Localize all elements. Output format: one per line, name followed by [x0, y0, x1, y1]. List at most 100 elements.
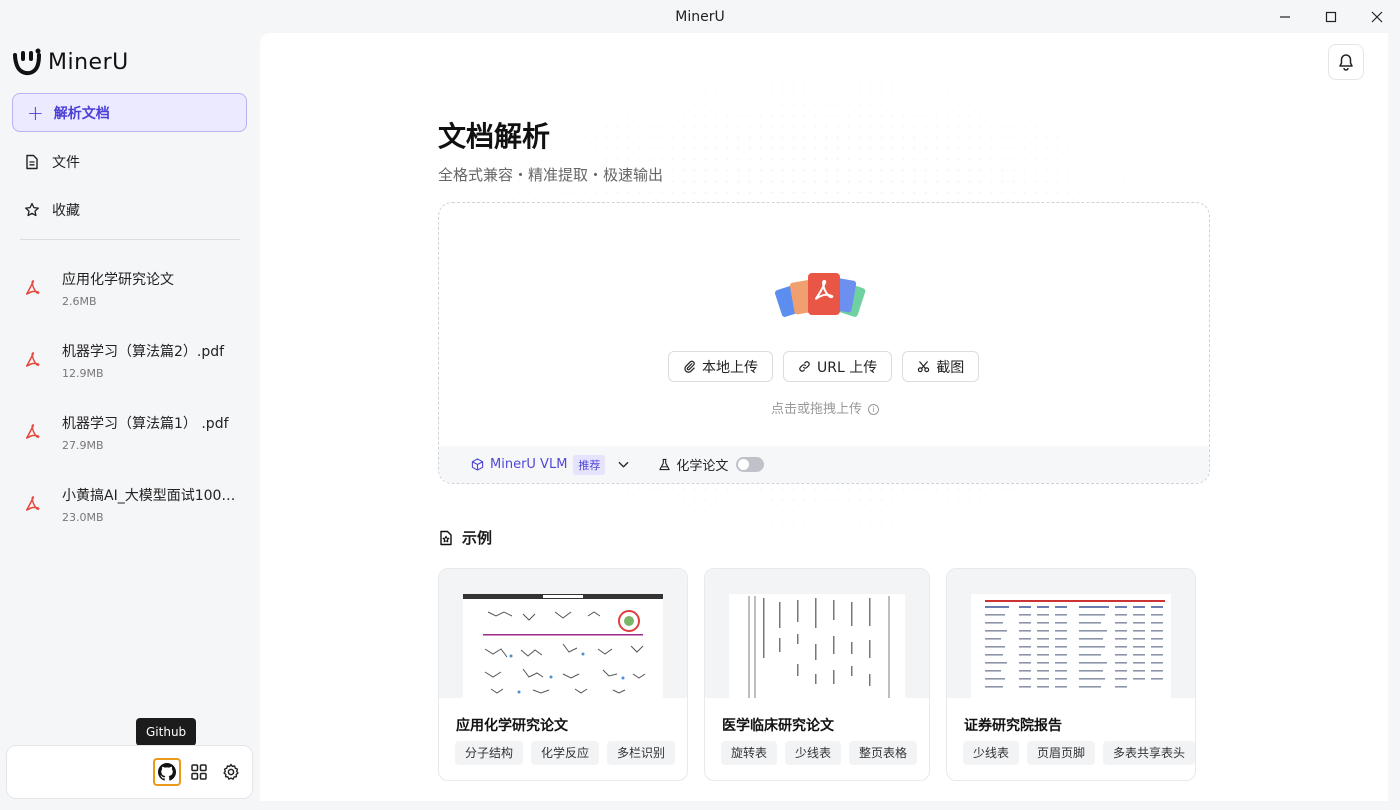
recommended-badge: 推荐 [573, 454, 606, 475]
file-name: 机器学习（算法篇1） .pdf [62, 415, 229, 432]
chem-paper-toggle[interactable] [736, 457, 765, 472]
notifications-button[interactable] [1328, 44, 1364, 80]
example-tag: 整页表格 [849, 741, 918, 765]
file-size: 27.9MB [62, 438, 104, 452]
nav-item-files-label: 文件 [52, 155, 80, 171]
pdf-icon [18, 489, 48, 519]
local-upload-button[interactable]: 本地上传 [668, 351, 773, 382]
sidebar-bottom-bar [6, 745, 253, 799]
sidebar: MinerU + 解析文档 文件 收藏 应用化学研究论文 2.6MB 机器学习（… [0, 33, 260, 810]
example-thumbnail [705, 569, 929, 698]
github-icon [158, 763, 176, 781]
close-icon [1371, 11, 1383, 22]
parse-document-label: 解析文档 [53, 105, 110, 122]
sidebar-divider [20, 239, 240, 240]
main-panel: 文档解析 全格式兼容・精准提取・极速输出 本地上传 URL 上传 截图 点击或拖… [260, 33, 1388, 801]
pdf-icon [18, 345, 48, 375]
example-tag: 多栏识别 [607, 741, 676, 765]
securities-report-preview [985, 600, 1165, 688]
file-list-item[interactable]: 应用化学研究论文 2.6MB [18, 258, 248, 318]
url-upload-button[interactable]: URL 上传 [783, 351, 893, 382]
chevron-down-icon [619, 461, 629, 468]
star-document-icon [440, 530, 452, 545]
file-icon [26, 154, 38, 170]
example-tag: 页眉页脚 [1027, 741, 1096, 765]
github-button[interactable] [153, 758, 181, 786]
close-button[interactable] [1354, 0, 1400, 33]
file-list-item[interactable]: 小黄搞AI_大模型面试100… 23.0MB [18, 474, 248, 534]
example-tag: 旋转表 [721, 741, 778, 765]
example-tags: 旋转表 少线表 整页表格 [721, 741, 918, 765]
example-thumbnail [947, 569, 1195, 698]
example-tag: 少线表 [785, 741, 842, 765]
file-size: 12.9MB [62, 366, 104, 380]
cube-icon [471, 458, 484, 471]
window-controls [1262, 0, 1400, 33]
local-upload-label: 本地上传 [702, 359, 758, 376]
chemistry-paper-preview [463, 594, 663, 694]
examples-heading-label: 示例 [462, 529, 493, 547]
bell-icon [1339, 54, 1353, 71]
scissors-icon [918, 361, 930, 373]
model-name: MinerU VLM [490, 457, 568, 472]
example-card[interactable]: 医学临床研究论文 旋转表 少线表 整页表格 [704, 568, 930, 781]
examples-heading: 示例 [438, 527, 492, 548]
gear-icon [223, 763, 239, 780]
maximize-button[interactable] [1308, 0, 1354, 33]
pdf-icon [18, 273, 48, 303]
file-name: 应用化学研究论文 [62, 271, 174, 288]
settings-button[interactable] [217, 758, 245, 786]
upload-dropzone[interactable]: 本地上传 URL 上传 截图 点击或拖拽上传 i MinerU VLM 推荐 化… [438, 202, 1210, 484]
parse-document-button[interactable]: + 解析文档 [12, 93, 247, 132]
grid-icon [191, 764, 207, 780]
file-size: 23.0MB [62, 510, 104, 524]
chem-paper-option: 化学论文 [658, 455, 765, 474]
minimize-button[interactable] [1262, 0, 1308, 33]
page-title: 文档解析 [438, 120, 551, 153]
nav-item-favorites-label: 收藏 [52, 203, 80, 219]
mineru-logo-icon [13, 48, 41, 76]
upload-hint: 点击或拖拽上传 i [439, 398, 1211, 417]
nav-item-favorites[interactable]: 收藏 [24, 200, 80, 220]
model-selector[interactable]: MinerU VLM 推荐 [471, 454, 630, 475]
example-tag: 分子结构 [455, 741, 524, 765]
screenshot-label: 截图 [936, 359, 965, 376]
example-thumbnail [439, 569, 687, 698]
example-tag: 化学反应 [531, 741, 600, 765]
file-list-item[interactable]: 机器学习（算法篇2）.pdf 12.9MB [18, 330, 248, 390]
example-tags: 少线表 页眉页脚 多表共享表头 [963, 741, 1195, 765]
file-size: 2.6MB [62, 294, 97, 308]
title-bar: MinerU [0, 0, 1400, 33]
chem-paper-label: 化学论文 [676, 459, 729, 474]
pdf-icon [18, 417, 48, 447]
example-tag: 多表共享表头 [1103, 741, 1195, 765]
plus-icon: + [27, 100, 44, 125]
flask-icon [659, 458, 671, 471]
file-list-item[interactable]: 机器学习（算法篇1） .pdf 27.9MB [18, 402, 248, 462]
nav-item-files[interactable]: 文件 [24, 152, 80, 172]
example-title: 证券研究院报告 [964, 718, 1062, 734]
page-subtitle: 全格式兼容・精准提取・极速输出 [438, 166, 664, 184]
file-name: 机器学习（算法篇2）.pdf [62, 343, 225, 360]
file-name: 小黄搞AI_大模型面试100… [62, 487, 236, 504]
link-icon [799, 361, 810, 372]
example-card[interactable]: 应用化学研究论文 分子结构 化学反应 多栏识别 [438, 568, 688, 781]
window-title: MinerU [675, 8, 725, 25]
file-types-illustration-icon [774, 273, 866, 317]
upload-hint-text: 点击或拖拽上传 [770, 402, 862, 417]
example-tag: 少线表 [963, 741, 1020, 765]
url-upload-label: URL 上传 [817, 359, 878, 376]
example-tags: 分子结构 化学反应 多栏识别 [455, 741, 676, 765]
apps-button[interactable] [185, 758, 213, 786]
example-card[interactable]: 证券研究院报告 少线表 页眉页脚 多表共享表头 [946, 568, 1196, 781]
example-title: 应用化学研究论文 [456, 718, 568, 734]
info-icon[interactable]: i [868, 404, 879, 415]
maximize-icon [1325, 11, 1337, 22]
screenshot-button[interactable]: 截图 [902, 351, 980, 382]
minimize-icon [1280, 15, 1290, 18]
github-tooltip: Github [136, 718, 197, 751]
brand-logo: MinerU [12, 47, 129, 77]
upload-button-group: 本地上传 URL 上传 截图 [668, 351, 980, 382]
example-title: 医学临床研究论文 [722, 718, 834, 734]
star-icon [25, 202, 39, 217]
